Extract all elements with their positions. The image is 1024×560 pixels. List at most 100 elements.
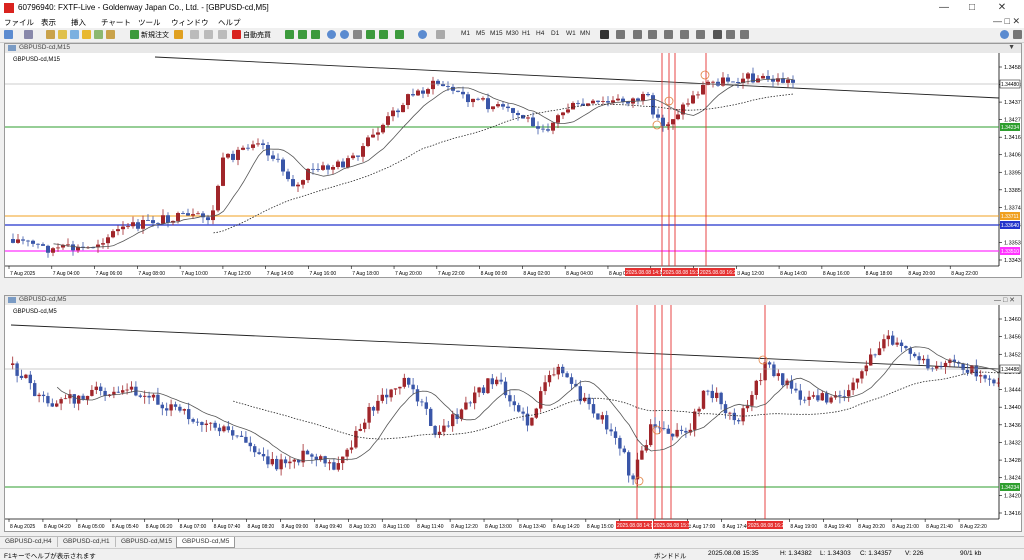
menu-chart[interactable]: チャート <box>101 17 131 28</box>
fibonacci-icon[interactable] <box>696 30 705 39</box>
market-watch-icon[interactable] <box>46 30 55 39</box>
auto-trading-icon[interactable] <box>232 30 241 39</box>
arrows-icon[interactable] <box>740 30 749 39</box>
candle-body <box>296 184 300 187</box>
timeframe-d1[interactable]: D1 <box>551 30 559 37</box>
window-title: 60796940: FXTF-Live - Goldenway Japan Co… <box>18 3 269 12</box>
tool-icon-a[interactable] <box>190 30 199 39</box>
crosshair-icon[interactable] <box>616 30 625 39</box>
community-icon[interactable] <box>1013 30 1022 39</box>
trendline-icon[interactable] <box>664 30 673 39</box>
chart-window-m5[interactable]: GBPUSD-cd,M5 — □ ✕ GBPUSD-cd,M5 1.34605 1.… <box>4 295 1022 532</box>
timeframe-h1[interactable]: H1 <box>522 30 530 37</box>
menu-tools[interactable]: ツール <box>138 17 161 28</box>
candle-body <box>275 458 279 470</box>
menu-view[interactable]: 表示 <box>41 17 56 28</box>
tile-windows-icon[interactable] <box>353 30 362 39</box>
search-icon[interactable] <box>1000 30 1009 39</box>
horizontal-line-icon[interactable] <box>648 30 657 39</box>
metaeditor-icon[interactable] <box>174 30 183 39</box>
candle-body <box>547 375 552 383</box>
options-icon[interactable] <box>106 30 115 39</box>
strategy-tester-icon[interactable] <box>94 30 103 39</box>
timeframe-w1[interactable]: W1 <box>566 30 576 37</box>
new-order-button[interactable]: 新規注文 <box>141 30 169 40</box>
zoom-out-icon[interactable] <box>340 30 349 39</box>
candle-body <box>943 362 948 367</box>
candle-body <box>546 129 550 131</box>
auto-trading-button[interactable]: 自動売買 <box>243 30 271 40</box>
mdi-window-buttons[interactable]: — □ ✕ <box>993 16 1020 27</box>
menu-help[interactable]: ヘルプ <box>218 17 241 28</box>
indicators-icon[interactable] <box>395 30 404 39</box>
auto-scroll-icon[interactable] <box>366 30 375 39</box>
tool-icon-b[interactable] <box>204 30 213 39</box>
time-tick-label: 8 Aug 05:40 <box>112 524 139 530</box>
candle-body <box>701 84 705 95</box>
time-tick-label: 8 Aug 07:40 <box>214 524 241 530</box>
candle-body <box>987 378 992 380</box>
candle-body <box>531 117 535 127</box>
menu-insert[interactable]: 挿入 <box>71 17 86 28</box>
chart-m5-canvas[interactable]: GBPUSD-cd,M51.346051.345651.345251.34485… <box>5 305 1021 531</box>
status-close: C: 1.34357 <box>860 550 892 557</box>
timeframe-h4[interactable]: H4 <box>536 30 544 37</box>
candle-body <box>860 371 864 379</box>
price-tick-label: 1.33850 <box>1004 188 1021 194</box>
timeframe-m15[interactable]: M15 <box>490 30 503 37</box>
new-chart-icon[interactable] <box>4 30 13 39</box>
menu-file[interactable]: ファイル <box>4 17 34 28</box>
timeframe-mn[interactable]: MN <box>580 30 590 37</box>
chart-symbol-label: GBPUSD-cd,M5 <box>13 309 57 315</box>
candle-body <box>46 245 50 253</box>
time-tick-label: 8 Aug 18:00 <box>866 271 893 277</box>
equidistant-channel-icon[interactable] <box>680 30 689 39</box>
candle-body <box>222 426 226 432</box>
navigator-icon[interactable] <box>70 30 79 39</box>
toolbar: 新規注文 自動売買 M1 M5 M15 M30 H1 H4 D1 W1 MN <box>0 28 1024 43</box>
chart-window-m5-buttons[interactable]: — □ ✕ <box>994 296 1015 304</box>
candlestick-icon[interactable] <box>298 30 307 39</box>
maximize-button[interactable]: □ <box>958 1 986 15</box>
candle-body <box>726 77 730 82</box>
chart-window-m15-buttons[interactable]: ▼ <box>1008 44 1015 51</box>
timeframe-m5[interactable]: M5 <box>476 30 485 37</box>
chart-window-m15[interactable]: GBPUSD-cd,M15 ▼ GBPUSD-cd,M15 1.34585 1.34… <box>4 43 1022 278</box>
chart-window-icon <box>8 297 16 303</box>
tab-gbpusd-m5[interactable]: GBPUSD-cd,M5 <box>176 537 236 548</box>
close-button[interactable]: ✕ <box>988 1 1016 15</box>
candle-body <box>662 428 666 430</box>
time-tick-label: 8 Aug 09:00 <box>281 524 308 530</box>
terminal-icon[interactable] <box>82 30 91 39</box>
templates-icon[interactable] <box>436 30 445 39</box>
label-icon[interactable] <box>726 30 735 39</box>
tool-icon-c[interactable] <box>218 30 227 39</box>
candle-body <box>173 404 178 407</box>
candle-body <box>136 222 140 229</box>
new-order-icon[interactable] <box>130 30 139 39</box>
chart-shift-icon[interactable] <box>379 30 388 39</box>
title-bar: 60796940: FXTF-Live - Goldenway Japan Co… <box>0 0 1024 17</box>
cursor-icon[interactable] <box>600 30 609 39</box>
chart-m15-canvas[interactable]: GBPUSD-cd,M15 1.34585 1.34480 1.34375 1.3427… <box>5 53 1021 277</box>
text-icon[interactable] <box>713 30 722 39</box>
vertical-line-icon[interactable] <box>633 30 642 39</box>
periods-icon[interactable] <box>418 30 427 39</box>
timeframe-m1[interactable]: M1 <box>461 30 470 37</box>
tab-gbpusd-h1[interactable]: GBPUSD-cd,H1 <box>58 537 116 547</box>
candle-body <box>490 378 494 385</box>
timeframe-m30[interactable]: M30 <box>506 30 519 37</box>
minimize-button[interactable]: — <box>930 1 958 15</box>
tab-gbpusd-m15[interactable]: GBPUSD-cd,M15 <box>116 537 178 547</box>
time-tick-label: 7 Aug 04:00 <box>53 271 80 277</box>
zoom-in-icon[interactable] <box>327 30 336 39</box>
profiles-icon[interactable] <box>24 30 33 39</box>
menu-window[interactable]: ウィンドウ <box>171 17 209 28</box>
candle-body <box>456 90 460 92</box>
candle-body <box>979 375 983 377</box>
time-tick-label: 8 Aug 02:00 <box>523 271 550 277</box>
line-chart-icon[interactable] <box>311 30 320 39</box>
data-window-icon[interactable] <box>58 30 67 39</box>
tab-gbpusd-h4[interactable]: GBPUSD-cd,H4 <box>0 537 58 547</box>
bar-chart-icon[interactable] <box>285 30 294 39</box>
